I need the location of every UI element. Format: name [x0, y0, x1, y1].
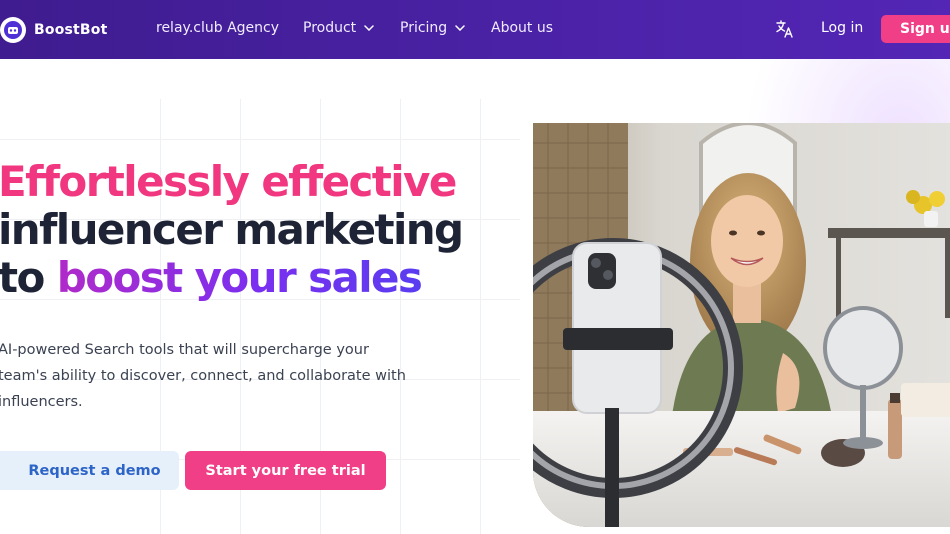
- nav-link-label: Product: [303, 20, 357, 36]
- nav-link-pricing[interactable]: Pricing: [400, 20, 465, 36]
- top-nav: BoostBot relay.club Agency Product Prici…: [0, 0, 950, 59]
- nav-link-label: About us: [491, 20, 554, 36]
- nav-link-product[interactable]: Product: [303, 20, 374, 36]
- brand-logo[interactable]: BoostBot: [0, 15, 108, 45]
- nav-link-about[interactable]: About us: [491, 20, 553, 36]
- login-link[interactable]: Log in: [821, 20, 863, 36]
- translate-icon[interactable]: [775, 19, 795, 43]
- headline-line-2: influencer marketing: [0, 205, 464, 254]
- request-demo-button[interactable]: Request a demo: [0, 451, 179, 490]
- nav-link-agency[interactable]: relay.club Agency: [156, 20, 279, 36]
- grid-line: [0, 139, 520, 140]
- brand-name: BoostBot: [34, 22, 108, 38]
- influencer-photo-illustration: [533, 123, 950, 527]
- headline-highlight: boost your sales: [56, 253, 423, 302]
- nav-link-label: Pricing: [400, 20, 448, 36]
- headline-line-3-prefix: to: [0, 253, 57, 302]
- chevron-down-icon: [364, 25, 374, 31]
- nav-link-label: relay.club Agency: [156, 20, 279, 36]
- boostbot-logo-icon: [0, 17, 26, 43]
- hero-subtitle: AI-powered Search tools that will superc…: [0, 342, 406, 410]
- start-free-trial-button[interactable]: Start your free trial: [185, 451, 386, 490]
- headline-line-1: Effortlessly effective: [0, 157, 457, 206]
- hero-headline: Effortlessly effective influencer market…: [0, 157, 464, 302]
- headline-line-3: to boost your sales: [0, 254, 463, 302]
- signup-button[interactable]: Sign up: [881, 15, 950, 43]
- hero-photo: [533, 123, 950, 527]
- grid-line: [480, 99, 481, 534]
- chevron-down-icon: [455, 25, 465, 31]
